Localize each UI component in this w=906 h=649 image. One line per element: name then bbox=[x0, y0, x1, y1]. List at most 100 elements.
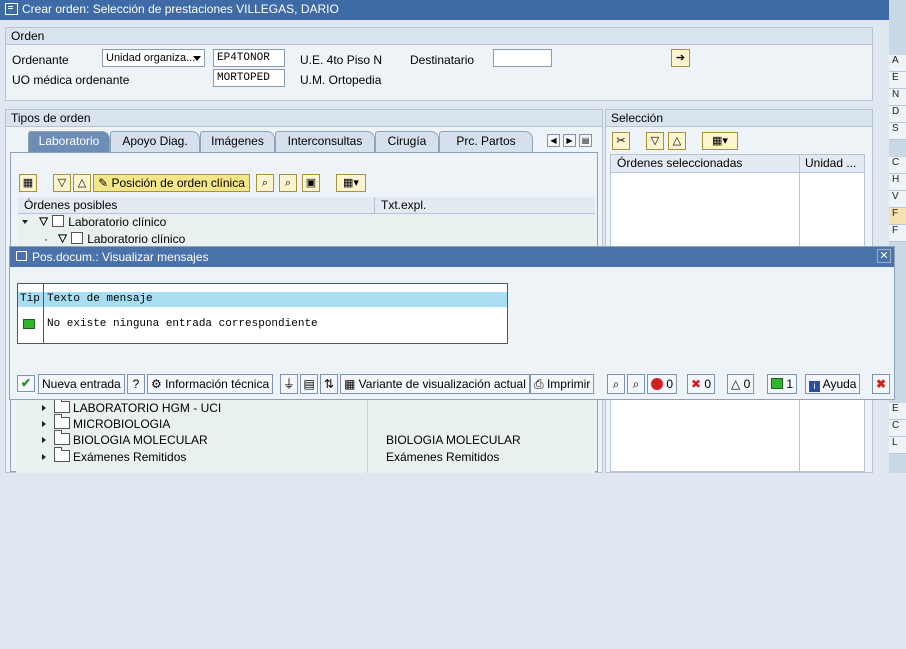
right-strip-cell[interactable]: S bbox=[889, 123, 906, 140]
tree-row[interactable]: LABORATORIO HGM - UCI bbox=[42, 398, 222, 417]
tree-row-txt: BIOLOGIA MOLECULAR bbox=[386, 433, 521, 447]
ordenante-desc: U.E. 4to Piso N bbox=[300, 53, 383, 67]
help-question-icon[interactable]: ? bbox=[127, 374, 145, 394]
right-strip-cell[interactable]: V bbox=[889, 191, 906, 208]
tab-scroll-controls: ◀ ▶ ▤ bbox=[547, 134, 595, 148]
seleccion-header: Selección bbox=[606, 110, 872, 127]
tab-imagenes[interactable]: Imágenes bbox=[200, 131, 275, 153]
row-checkbox[interactable] bbox=[52, 215, 65, 227]
right-strip-cell[interactable]: E bbox=[889, 403, 906, 420]
tree-collapse-icon[interactable] bbox=[22, 220, 28, 224]
tab-prc-partos[interactable]: Prc. Partos bbox=[439, 131, 533, 153]
info-tecnica-label: Información técnica bbox=[165, 377, 270, 391]
tree-expand-icon[interactable] bbox=[42, 437, 46, 443]
find-icon[interactable]: ⌕ bbox=[607, 374, 625, 394]
col-unidad: Unidad ... bbox=[805, 156, 857, 170]
error-count-button[interactable]: ✖ 0 bbox=[687, 374, 716, 394]
right-strip-cell[interactable]: H bbox=[889, 174, 906, 191]
find-next-icon[interactable]: ⌕ bbox=[279, 174, 297, 192]
right-strip-cell[interactable]: E bbox=[889, 72, 906, 89]
find-next-icon[interactable]: ⌕ bbox=[627, 374, 645, 394]
filter-icon[interactable]: ⏚ bbox=[280, 374, 298, 394]
right-strip-cell[interactable]: F bbox=[889, 225, 906, 242]
nueva-entrada-button[interactable]: Nueva entrada bbox=[38, 374, 125, 394]
col-ordenes-seleccionadas: Órdenes seleccionadas bbox=[617, 156, 743, 170]
close-icon[interactable]: ✕ bbox=[877, 249, 891, 263]
right-strip-cell[interactable]: F bbox=[889, 208, 906, 225]
right-strip-cell[interactable]: N bbox=[889, 89, 906, 106]
tree-row[interactable]: Exámenes Remitidos bbox=[42, 447, 186, 466]
ordenante-select[interactable]: Unidad organiza... bbox=[102, 49, 205, 67]
print-preview-icon[interactable]: ▤ bbox=[300, 374, 318, 394]
arrow-right-icon[interactable]: ➔ bbox=[671, 49, 690, 67]
tab-scroll-left-icon[interactable]: ◀ bbox=[547, 134, 560, 147]
lab-icon: 🜄 bbox=[38, 215, 49, 229]
filter-down-icon[interactable]: ▽ bbox=[53, 174, 71, 192]
tree-row[interactable]: 🜄 Laboratorio clínico bbox=[18, 214, 595, 231]
destinatario-label: Destinatario bbox=[410, 53, 475, 67]
warning-count-button[interactable]: △ 0 bbox=[727, 374, 755, 394]
message-row[interactable]: No existe ninguna entrada correspondient… bbox=[18, 316, 507, 334]
window-title-bar: Crear orden: Selección de prestaciones V… bbox=[0, 0, 889, 20]
layout-menu-icon[interactable]: ▦▾ bbox=[336, 174, 366, 192]
tree-row[interactable]: BIOLOGIA MOLECULAR bbox=[42, 430, 208, 449]
variante-button[interactable]: ▦ Variante de visualización actual bbox=[340, 374, 530, 394]
tree-expand-icon[interactable]: ▦ bbox=[19, 174, 37, 192]
right-strip-cell[interactable]: L bbox=[889, 437, 906, 454]
cancel-icon[interactable]: ✖ bbox=[872, 374, 890, 394]
messages-dialog: Pos.docum.: Visualizar mensajes ✕ Tip Te… bbox=[9, 246, 895, 400]
tab-list-icon[interactable]: ▤ bbox=[579, 134, 592, 147]
folder-icon bbox=[54, 430, 70, 445]
delete-selection-icon[interactable]: ✂ bbox=[612, 132, 630, 150]
ayuda-button[interactable]: i Ayuda bbox=[805, 374, 861, 394]
row-checkbox[interactable] bbox=[71, 232, 84, 244]
orden-panel: Orden Ordenante Unidad organiza... EP4TO… bbox=[5, 27, 873, 101]
filter-up-icon[interactable]: △ bbox=[73, 174, 91, 192]
ok-count-button[interactable]: 1 bbox=[767, 374, 798, 394]
tab-apoyo-diag[interactable]: Apoyo Diag. bbox=[110, 131, 200, 153]
uo-label: UO médica ordenante bbox=[12, 73, 130, 87]
tree-row-label: Laboratorio clínico bbox=[87, 232, 186, 246]
tree-rows-bottom bbox=[18, 449, 595, 649]
tab-interconsultas[interactable]: Interconsultas bbox=[275, 131, 375, 153]
tree-bottom-area: LABORATORIO HGM - UCI MICROBIOLOGIA BIOL… bbox=[16, 398, 592, 473]
sort-icon[interactable]: ⇅ bbox=[320, 374, 338, 394]
destinatario-field[interactable] bbox=[493, 49, 552, 67]
layout-menu-icon[interactable]: ▦▾ bbox=[702, 132, 738, 150]
lab-icon: 🜄 bbox=[57, 232, 68, 246]
tree-expand-icon[interactable] bbox=[42, 454, 46, 460]
confirm-check-icon[interactable]: ✔ bbox=[17, 375, 35, 392]
right-strip-cell[interactable]: C bbox=[889, 420, 906, 437]
window-title: Crear orden: Selección de prestaciones V… bbox=[22, 2, 339, 16]
warning-icon: △ bbox=[731, 377, 744, 391]
col-tip: Tip bbox=[20, 293, 40, 305]
folder-icon bbox=[54, 414, 70, 429]
chevron-down-icon[interactable] bbox=[193, 56, 201, 61]
right-strip-cell[interactable]: A bbox=[889, 55, 906, 72]
posicion-orden-button[interactable]: ✎ Posición de orden clínica bbox=[93, 174, 250, 192]
folder-icon bbox=[54, 447, 70, 462]
tab-laboratorio[interactable]: Laboratorio bbox=[28, 131, 110, 153]
filter-down-icon[interactable]: ▽ bbox=[646, 132, 664, 150]
tree-row-label: LABORATORIO HGM - UCI bbox=[73, 401, 222, 415]
uo-code-field[interactable]: MORTOPED bbox=[213, 69, 285, 87]
right-strip-cell[interactable]: C bbox=[889, 157, 906, 174]
info-tecnica-button[interactable]: ⚙ Información técnica bbox=[147, 374, 274, 394]
find-icon[interactable]: ⌕ bbox=[256, 174, 274, 192]
success-status-icon bbox=[23, 319, 35, 329]
stop-count-button[interactable]: 0 bbox=[647, 374, 678, 394]
tab-cirugia[interactable]: Cirugía bbox=[375, 131, 439, 153]
ok-icon bbox=[771, 378, 783, 389]
tab-scroll-right-icon[interactable]: ▶ bbox=[563, 134, 576, 147]
filter-up-icon[interactable]: △ bbox=[668, 132, 686, 150]
tree-expand-icon[interactable] bbox=[42, 421, 46, 427]
dialog-title: Pos.docum.: Visualizar mensajes bbox=[32, 250, 209, 264]
imprimir-button[interactable]: ⎙ Imprimir bbox=[530, 374, 595, 394]
print-layout-icon[interactable]: ▣ bbox=[302, 174, 320, 192]
tree-expand-icon[interactable] bbox=[42, 405, 46, 411]
tree-row-label: BIOLOGIA MOLECULAR bbox=[73, 433, 208, 447]
column-divider bbox=[367, 400, 368, 473]
right-strip-cell[interactable]: D bbox=[889, 106, 906, 123]
ordenante-code-field[interactable]: EP4TONOR bbox=[213, 49, 285, 67]
posicion-orden-label: Posición de orden clínica bbox=[111, 176, 245, 190]
